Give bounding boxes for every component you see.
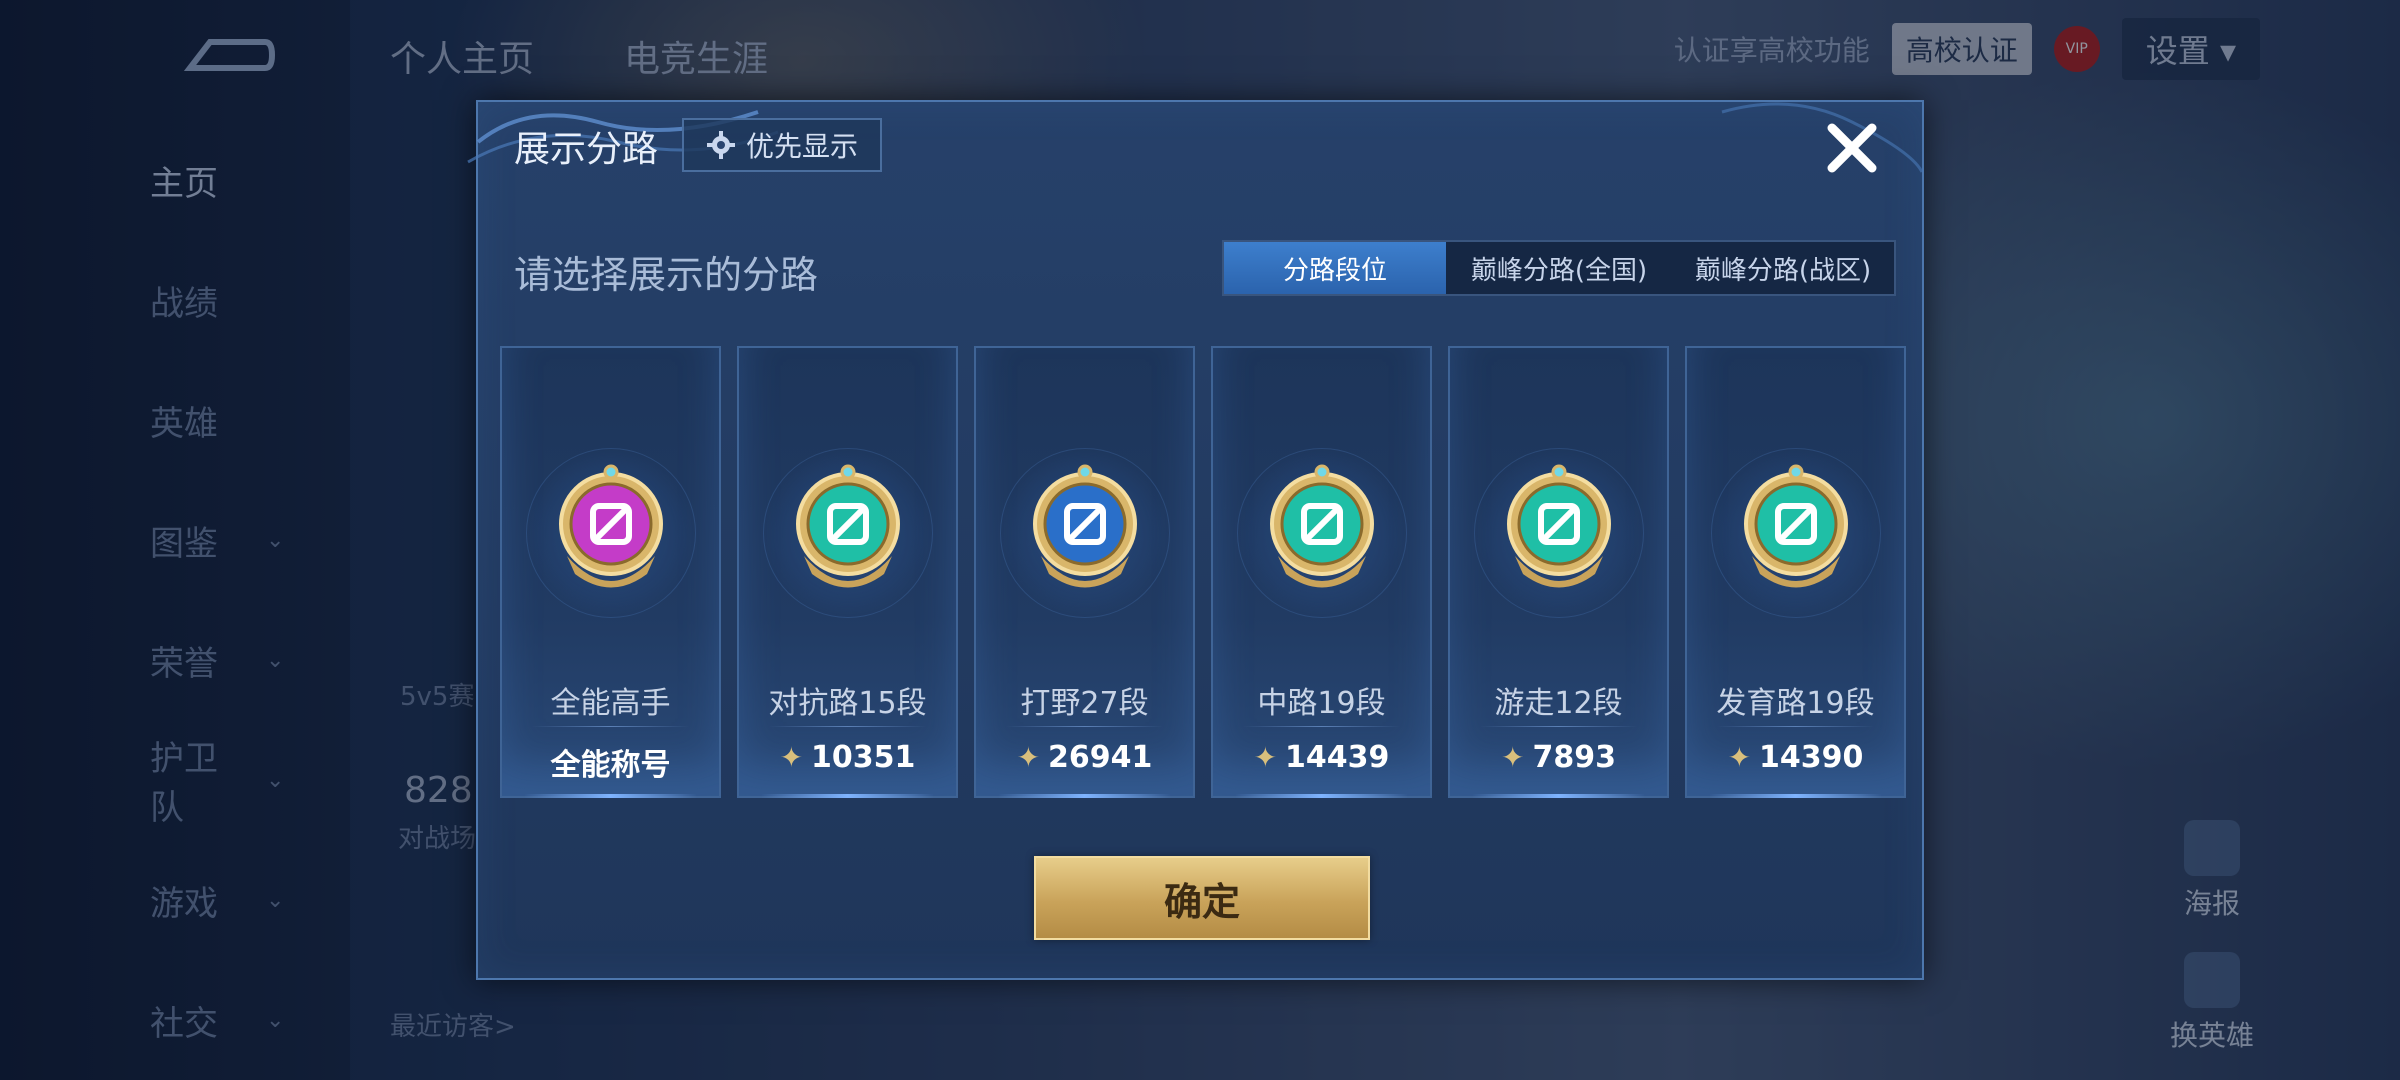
peak-score-icon: ✦ bbox=[1501, 741, 1525, 774]
lane-score: ✦ 26941 bbox=[976, 740, 1193, 775]
lane-score-value: 14439 bbox=[1285, 740, 1390, 775]
lane-name: 全能高手 bbox=[550, 686, 671, 721]
lane-name: 对抗路15段 bbox=[768, 686, 927, 721]
lane-name: 发育路19段 bbox=[1716, 686, 1875, 721]
lane-badge-icon bbox=[558, 464, 663, 588]
divider bbox=[1243, 726, 1400, 727]
card-glow bbox=[1234, 794, 1409, 798]
lane-score-value: 全能称号 bbox=[550, 748, 671, 783]
confirm-button[interactable]: 确定 bbox=[1034, 856, 1370, 940]
peak-score-icon: ✦ bbox=[1253, 741, 1278, 774]
lane-score-value: 10351 bbox=[811, 740, 916, 775]
tab-peak-region[interactable]: 巅峰分路(战区) bbox=[1672, 242, 1894, 294]
peak-score-icon: ✦ bbox=[1727, 741, 1752, 774]
lane-display-dialog: 展示分路 优先显示 请选择展示的分路 分路段位 巅峰分路(全国) 巅峰分路(战区… bbox=[467, 100, 1924, 980]
divider bbox=[1717, 726, 1874, 727]
lane-score: ✦ 14439 bbox=[1213, 740, 1430, 775]
tab-peak-national[interactable]: 巅峰分路(全国) bbox=[1446, 242, 1672, 294]
divider bbox=[532, 726, 689, 727]
lane-score-value: 26941 bbox=[1048, 740, 1153, 775]
lane-name: 中路19段 bbox=[1257, 686, 1386, 721]
card-glow bbox=[1471, 794, 1646, 798]
divider bbox=[1480, 726, 1637, 727]
lane-score: ✦ 14390 bbox=[1687, 740, 1904, 775]
card-glow bbox=[523, 794, 698, 798]
card-glow bbox=[760, 794, 935, 798]
card-glow bbox=[1708, 794, 1883, 798]
priority-display-button[interactable]: 优先显示 bbox=[682, 118, 882, 172]
dialog-title: 展示分路 bbox=[514, 129, 659, 170]
peak-score-icon: ✦ bbox=[779, 741, 804, 774]
dialog-subtitle: 请选择展示的分路 bbox=[514, 253, 819, 297]
divider bbox=[1006, 726, 1163, 727]
lane-score: ✦ 7893 bbox=[1450, 740, 1667, 775]
lane-card-list: 全能高手 全能称号 对抗路15段 ✦ 10351 打野27段 ✦ 26941 中路19段 ✦ 144… bbox=[500, 346, 1906, 798]
lane-badge-icon bbox=[1032, 464, 1137, 588]
lane-score: 全能称号 bbox=[502, 740, 719, 784]
lane-card[interactable]: 打野27段 ✦ 26941 bbox=[974, 346, 1195, 798]
lane-badge-icon bbox=[795, 464, 900, 588]
lane-score-value: 7893 bbox=[1532, 740, 1616, 775]
divider bbox=[769, 726, 926, 727]
close-icon[interactable] bbox=[1822, 118, 1882, 178]
tab-lane-rank[interactable]: 分路段位 bbox=[1224, 242, 1446, 294]
lane-type-tabs: 分路段位 巅峰分路(全国) 巅峰分路(战区) bbox=[1222, 240, 1896, 296]
lane-card[interactable]: 对抗路15段 ✦ 10351 bbox=[737, 346, 958, 798]
lane-badge-icon bbox=[1506, 464, 1611, 588]
lane-name: 游走12段 bbox=[1494, 686, 1623, 721]
lane-badge-icon bbox=[1269, 464, 1374, 588]
lane-score: ✦ 10351 bbox=[739, 740, 956, 775]
lane-card[interactable]: 中路19段 ✦ 14439 bbox=[1211, 346, 1432, 798]
lane-score-value: 14390 bbox=[1759, 740, 1864, 775]
lane-card[interactable]: 游走12段 ✦ 7893 bbox=[1448, 346, 1669, 798]
gear-icon bbox=[706, 131, 735, 159]
lane-card[interactable]: 发育路19段 ✦ 14390 bbox=[1685, 346, 1906, 798]
lane-badge-icon bbox=[1743, 464, 1848, 588]
lane-name: 打野27段 bbox=[1020, 686, 1149, 721]
card-glow bbox=[997, 794, 1172, 798]
peak-score-icon: ✦ bbox=[1016, 741, 1041, 774]
lane-card[interactable]: 全能高手 全能称号 bbox=[500, 346, 721, 798]
